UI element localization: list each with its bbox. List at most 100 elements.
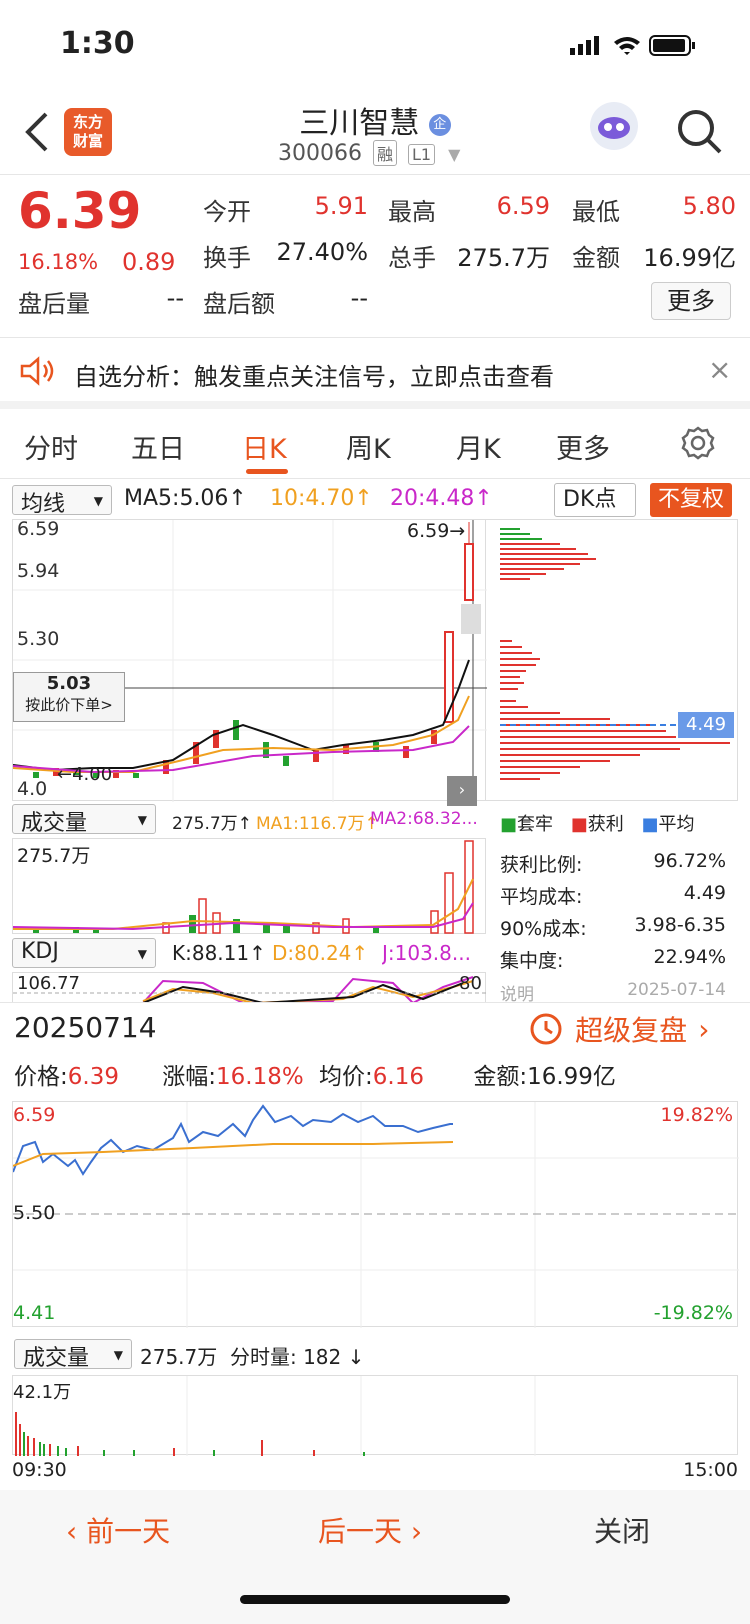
avg-cost-tag: 4.49 xyxy=(678,712,734,738)
last-price: 6.39 xyxy=(18,182,142,240)
margin-tag: 融 xyxy=(372,140,397,166)
dk-point-button[interactable]: DK点 xyxy=(554,483,636,517)
kline-y-bottom: 4.0 xyxy=(17,778,48,800)
super-replay-link[interactable]: 超级复盘 › xyxy=(528,1009,709,1047)
kdj-select[interactable]: KDJ ▼ xyxy=(12,938,156,968)
analysis-alert[interactable]: 自选分析：触发重点关注信号，立即点击查看 × xyxy=(0,339,750,409)
level-tag: L1 xyxy=(408,144,436,165)
ma-select[interactable]: 均线 ▼ xyxy=(12,485,112,517)
chevron-down-icon: ▼ xyxy=(137,947,147,961)
kdj-k: K:88.11↑ xyxy=(172,941,266,965)
chip-row-label: 平均成本: xyxy=(500,886,583,908)
chevron-right-icon: › xyxy=(402,1515,423,1548)
day-price: 6.39 xyxy=(67,1064,119,1090)
volume-y-top: 275.7万 xyxy=(17,845,91,867)
volume-value: 275.7万 xyxy=(457,244,550,272)
kdj-y-right: 80 xyxy=(459,973,482,994)
close-button[interactable]: 关闭 xyxy=(594,1510,650,1550)
top-bar: 东方 财富 三川智慧 企 300066 融 L1 ▼ xyxy=(0,90,750,175)
volume-select[interactable]: 成交量 ▼ xyxy=(12,804,156,836)
next-day-button[interactable]: 后一天 › xyxy=(318,1510,422,1550)
tab-more[interactable]: 更多 xyxy=(556,427,610,466)
low-marker: ←4.00 xyxy=(57,764,113,785)
volume-label: 总手 xyxy=(388,244,436,272)
chip-stats: ■套牢 ■获利 ■平均 获利比例: 96.72% 平均成本: 4.49 90%成… xyxy=(486,804,738,1005)
volume-legend: 成交量 ▼ 275.7万↑ MA1:116.7万↑ MA2:68.32... xyxy=(0,804,486,838)
bottom-nav: ‹ 前一天 后一天 › 关闭 xyxy=(0,1490,750,1624)
open-label: 今开 xyxy=(203,198,251,226)
chevron-down-icon: ▼ xyxy=(93,494,103,508)
high-value: 6.59 xyxy=(496,192,550,220)
status-icons xyxy=(570,35,695,56)
chip-distribution: 4.49 xyxy=(486,519,738,801)
intraday-volume-select[interactable]: 成交量 ▼ xyxy=(14,1339,132,1371)
volume-select-label: 成交量 xyxy=(21,811,88,836)
intraday-y-bottom: 4.41 xyxy=(13,1302,56,1324)
day-chg: 16.18% xyxy=(216,1064,304,1090)
stock-code-row[interactable]: 300066 融 L1 ▼ xyxy=(278,140,460,166)
amount-value: 16.99亿 xyxy=(643,244,736,272)
intraday-y-top: 6.59 xyxy=(13,1104,56,1126)
kdj-j: J:103.8... xyxy=(382,941,471,965)
chevron-left-icon: ‹ xyxy=(66,1515,87,1548)
kline-y-top: 6.59 xyxy=(17,518,60,540)
quote-panel: 6.39 16.18% 0.89 今开 5.91 最高 6.59 最低 5.80… xyxy=(0,176,750,338)
legend-trapped: 套牢 xyxy=(517,814,554,835)
intraday-svg xyxy=(12,1102,739,1328)
tab-intraday[interactable]: 分时 xyxy=(24,427,78,466)
kdj-chart[interactable]: 106.77 80 xyxy=(12,972,486,1002)
stock-code: 300066 xyxy=(278,141,362,166)
tab-weekly-k[interactable]: 周K xyxy=(346,427,391,466)
kdj-svg xyxy=(13,976,486,1002)
ma10-value: 10:4.70↑ xyxy=(270,486,373,511)
change-pct: 16.18% xyxy=(18,250,99,274)
low-value: 5.80 xyxy=(682,192,736,220)
next-day-label: 后一天 xyxy=(318,1515,403,1548)
day-chg-label: 涨幅: xyxy=(162,1064,217,1090)
day-price-label: 价格: xyxy=(14,1064,68,1090)
after-amount-label: 盘后额 xyxy=(203,290,275,318)
chip-row-value: 3.98-6.35 xyxy=(634,914,726,936)
kdj-select-label: KDJ xyxy=(21,939,59,964)
day-amt: 16.99亿 xyxy=(527,1064,616,1090)
adjust-button[interactable]: 不复权 xyxy=(650,483,732,517)
stock-name: 三川智慧 xyxy=(299,106,420,141)
high-marker: 6.59→ xyxy=(407,520,466,542)
chevron-down-icon[interactable]: ▼ xyxy=(448,145,460,164)
chevron-right-icon[interactable]: › xyxy=(447,776,477,806)
tab-daily-k[interactable]: 日K xyxy=(242,427,287,466)
intraday-volume-chart[interactable]: 42.1万 xyxy=(12,1375,738,1456)
active-tab-indicator xyxy=(246,469,288,474)
search-icon[interactable] xyxy=(676,108,724,156)
time-start: 09:30 xyxy=(12,1459,67,1481)
day-avg: 6.16 xyxy=(372,1064,425,1090)
intraday-pct-top: 19.82% xyxy=(660,1104,733,1126)
intraday-volume-svg xyxy=(15,1376,536,1456)
cursor-price: 5.03 xyxy=(46,673,92,694)
super-replay-label: 超级复盘 xyxy=(575,1014,688,1047)
close-icon[interactable]: × xyxy=(708,353,731,386)
history-icon xyxy=(530,1013,562,1045)
chip-row-value: 22.94% xyxy=(653,946,726,968)
intraday-pct-bottom: -19.82% xyxy=(653,1302,733,1324)
chip-svg xyxy=(500,528,730,780)
tab-five-day[interactable]: 五日 xyxy=(131,427,185,466)
volume-ma2: MA2:68.32... xyxy=(370,809,478,829)
time-end: 15:00 xyxy=(683,1459,738,1481)
prev-day-button[interactable]: ‹ 前一天 xyxy=(66,1510,170,1550)
order-at-price-button[interactable]: 5.03 按此价下单> xyxy=(13,672,125,722)
volume-chart[interactable]: 275.7万 xyxy=(12,838,486,934)
more-button[interactable]: 更多 xyxy=(651,282,731,320)
robot-assistant-icon[interactable] xyxy=(590,102,638,150)
intraday-y-mid: 5.50 xyxy=(13,1202,56,1224)
intraday-chart[interactable]: 6.59 5.50 4.41 19.82% -19.82% xyxy=(12,1101,739,1328)
chip-note-date: 2025-07-14 xyxy=(627,980,726,1000)
gear-icon[interactable] xyxy=(680,425,716,461)
tab-monthly-k[interactable]: 月K xyxy=(456,427,501,466)
status-bar: 1:30 xyxy=(0,0,750,90)
speaker-icon xyxy=(20,356,54,386)
ma-select-label: 均线 xyxy=(21,492,66,517)
enterprise-badge: 企 xyxy=(428,113,451,136)
kline-chart[interactable]: 6.59 5.94 5.30 4.0 6.59→ ←4.00 5.03 按此价下… xyxy=(12,518,487,806)
amount-label: 金额 xyxy=(572,244,620,272)
